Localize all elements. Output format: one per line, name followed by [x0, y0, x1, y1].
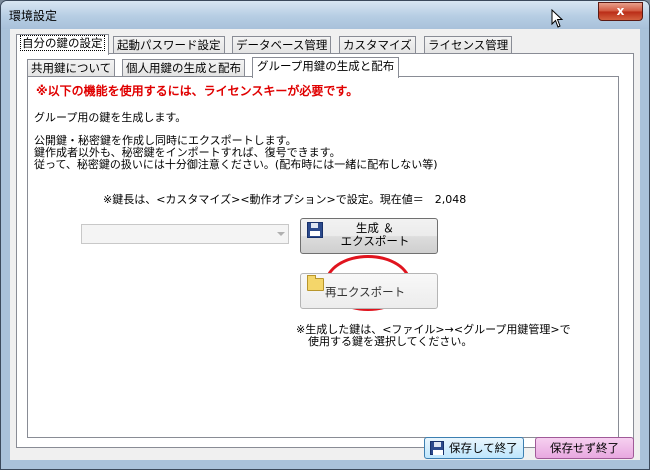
- tab-shared-key[interactable]: 共用鍵について: [27, 59, 116, 77]
- generate-export-button[interactable]: 生成 ＆ エクスポート: [300, 218, 438, 254]
- save-and-exit-button[interactable]: 保存して終了: [424, 437, 524, 459]
- reexport-button-label: 再エクスポート: [325, 285, 406, 299]
- tab-personal-key[interactable]: 個人用鍵の生成と配布: [122, 59, 245, 77]
- tab-own-key-settings[interactable]: 自分の鍵の設定: [16, 34, 109, 55]
- key-selection-note-2: 使用する鍵を選択してください。: [308, 335, 473, 348]
- tab-database[interactable]: データベース管理: [232, 36, 332, 54]
- client-area: 自分の鍵の設定 起動パスワード設定 データベース管理 カスタマイズ ライセンス管…: [10, 29, 640, 460]
- window-title: 環境設定: [9, 9, 58, 23]
- reexport-button[interactable]: 再エクスポート: [300, 273, 438, 309]
- folder-icon: [307, 275, 324, 291]
- floppy-disk-icon: [430, 441, 444, 455]
- key-select-combobox[interactable]: [81, 224, 289, 244]
- title-bar[interactable]: 環境設定 x: [1, 1, 649, 29]
- description-line-3: 従って、秘密鍵の扱いには十分御注意ください。(配布時には一緒に配布しない等): [34, 158, 438, 171]
- close-button[interactable]: x: [598, 2, 643, 21]
- mouse-cursor-icon: [551, 9, 564, 28]
- tab-license[interactable]: ライセンス管理: [424, 36, 513, 54]
- intro-text: グループ用の鍵を生成します。: [34, 111, 187, 124]
- floppy-disk-icon: [307, 222, 323, 238]
- tab-customize[interactable]: カスタマイズ: [339, 36, 416, 54]
- settings-window: 環境設定 x 自分の鍵の設定 起動パスワード設定 データベース管理 カスタマイズ…: [0, 0, 650, 470]
- exit-without-saving-button[interactable]: 保存せず終了: [535, 437, 634, 459]
- generate-button-label-2: エクスポート: [340, 234, 410, 248]
- tab-group-key[interactable]: グループ用鍵の生成と配布: [252, 57, 400, 78]
- key-length-note: ※鍵長は、<カスタマイズ><動作オプション>で設定。現在値＝ 2,048: [103, 193, 467, 206]
- license-warning: ※以下の機能を使用するには、ライセンスキーが必要です。: [36, 84, 359, 98]
- tab-startup-password[interactable]: 起動パスワード設定: [113, 36, 225, 54]
- dropdown-arrow-icon: [277, 232, 285, 236]
- main-tab-panel: 共用鍵について 個人用鍵の生成と配布 グループ用鍵の生成と配布 ※以下の機能を使…: [16, 53, 634, 448]
- group-key-panel: ※以下の機能を使用するには、ライセンスキーが必要です。 グループ用の鍵を生成しま…: [27, 76, 619, 438]
